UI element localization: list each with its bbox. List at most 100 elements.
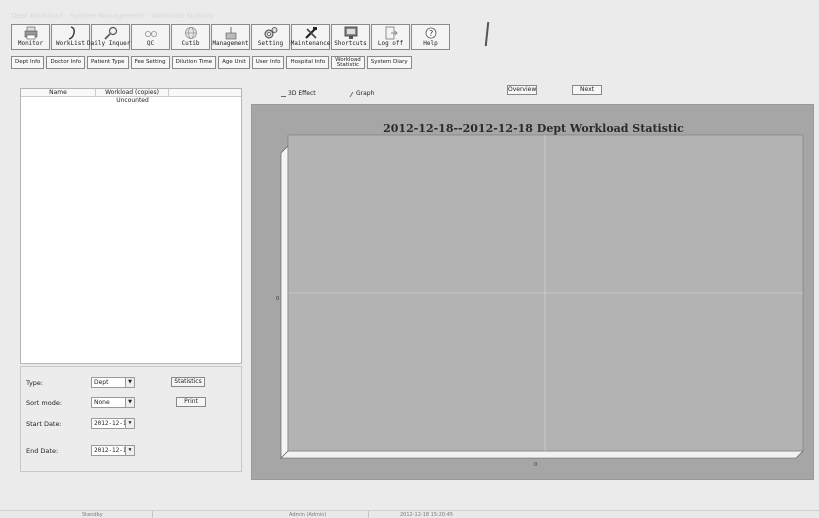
glasses-icon (143, 26, 159, 40)
tab-patient-type[interactable]: Patient Type (87, 56, 129, 69)
tab-user-info[interactable]: User Info (251, 56, 285, 69)
column-header-workload[interactable]: Workload (copies) (96, 89, 169, 96)
toolbar-button-qc[interactable]: QC (131, 24, 170, 50)
end-date-picker[interactable]: 2012-12-18 ▼ (91, 445, 135, 456)
toolbar-separator (484, 22, 490, 46)
logoff-icon (383, 26, 399, 40)
toolbar-button-shortcuts[interactable]: Shortcuts (331, 24, 370, 50)
monitor-icon (343, 26, 359, 40)
chart-3d-side-wall (280, 145, 289, 459)
tab-label: System Diary (370, 59, 408, 65)
toolbar-button-help[interactable]: ? Help (411, 24, 450, 50)
list-item[interactable]: Uncounted (21, 97, 241, 105)
toolbar-button-label: Shortcuts (334, 40, 367, 47)
toolbar-button-setting[interactable]: Setting (251, 24, 290, 50)
toolbar-button-label: Management (212, 40, 249, 47)
end-date-label: End Date: (26, 447, 59, 455)
gear-icon (263, 26, 279, 40)
toolbar-button-label: Cutib (181, 40, 200, 47)
toolbar-button-log-off[interactable]: Log off (371, 24, 410, 50)
tab-label: Doctor Info (50, 59, 82, 65)
tab-label: Hospital Info (290, 59, 326, 65)
tab-dilution-time[interactable]: Dilution Time (171, 56, 217, 69)
toolbar-button-label: Log off (377, 40, 404, 47)
tab-fee-setting[interactable]: Fee Setting (130, 56, 170, 69)
tab-doctor-info[interactable]: Doctor Info (46, 56, 86, 69)
tab-label: Age Unit (222, 59, 246, 65)
list-cell-workload: Uncounted (116, 97, 149, 104)
tab-label: Patient Type (91, 59, 125, 65)
toolbar-button-label: QC (146, 40, 155, 47)
tab-label: User Info (255, 59, 281, 65)
dropdown-arrow-icon: ▼ (125, 446, 134, 455)
start-date-picker[interactable]: 2012-12-18 ▼ (91, 418, 135, 429)
tab-label: Fee Setting (134, 59, 166, 65)
tab-system-diary[interactable]: System Diary (366, 56, 412, 69)
column-header-name[interactable]: Name (21, 89, 96, 96)
toolbar-button-management[interactable]: Management (211, 24, 250, 50)
type-select-value: Dept (94, 379, 109, 386)
statistics-button[interactable]: Statistics (171, 377, 205, 387)
tab-label: Dilution Time (175, 59, 213, 65)
chart-3d-floor (280, 450, 804, 459)
checkmark-icon (349, 91, 356, 97)
graph-checkbox[interactable]: Graph (349, 90, 375, 98)
type-select[interactable]: Dept ▼ (91, 377, 135, 388)
dropdown-arrow-icon: ▼ (125, 398, 134, 407)
status-divider (368, 511, 369, 518)
next-button[interactable]: Next (572, 85, 602, 95)
dropdown-arrow-icon: ▼ (125, 378, 134, 387)
list-cell-name (21, 97, 96, 105)
tab-workload[interactable]: Workload Statistic (331, 56, 365, 69)
overview-button[interactable]: Overview (507, 85, 537, 95)
toolbar-button-cutib[interactable]: Cutib (171, 24, 210, 50)
tab-label: Dept Info (15, 59, 41, 65)
chart-area: 2012-12-18--2012-12-18 Dept Workload Sta… (251, 104, 814, 480)
checkbox-box-icon (281, 92, 286, 97)
printer-icon (23, 26, 39, 40)
main-toolbar: Monitor WorkList Daily Inquery QC Cutib Manag… (11, 24, 451, 50)
curve-icon (63, 26, 79, 40)
3d-effect-label: 3D Effect (288, 90, 316, 97)
toolbar-button-worklist[interactable]: WorkList (51, 24, 90, 50)
sort-mode-value: None (94, 399, 110, 406)
toolbar-button-label: Maintenance (290, 40, 331, 47)
toolbar-button-label: Daily Inquery (87, 40, 134, 47)
tools-icon (303, 26, 319, 40)
toolbar-button-daily-inquery[interactable]: Daily Inquery (87, 24, 134, 50)
workload-list[interactable]: Name Workload (copies) Uncounted (20, 88, 242, 364)
toolbar-button-monitor[interactable]: Monitor (11, 24, 50, 50)
help-icon: ? (423, 26, 439, 40)
x-tick-label: 0 (534, 462, 537, 468)
3d-effect-checkbox[interactable]: 3D Effect (281, 90, 316, 98)
filter-panel: Type: Dept ▼ Statistics Sort mode: None … (20, 366, 242, 472)
search-icon (103, 26, 119, 40)
start-date-label: Start Date: (26, 420, 62, 428)
function-tabs: Dept Info Doctor Info Patient Type Fee Sett… (11, 56, 414, 69)
stack-icon (223, 26, 239, 40)
toolbar-button-label: WorkList (56, 40, 85, 47)
list-header: Name Workload (copies) (21, 89, 241, 97)
tab-dept-info[interactable]: Dept Info (11, 56, 45, 69)
window-title: Dept Workload - System Management - Work… (0, 0, 819, 20)
dropdown-arrow-icon: ▼ (125, 419, 134, 428)
print-button[interactable]: Print (176, 397, 206, 407)
status-divider (152, 511, 153, 518)
svg-text:?: ? (429, 29, 433, 38)
toolbar-button-label: Help (423, 40, 438, 47)
y-tick-label: 0 (276, 296, 279, 302)
status-bar: Standby Admin (Admin) 2012-12-18 15:20:4… (0, 510, 819, 518)
graph-label: Graph (356, 90, 375, 97)
type-label: Type: (26, 379, 44, 387)
toolbar-button-label: Setting (257, 40, 284, 47)
chart-plot: 0 0 (276, 134, 804, 468)
sort-mode-select[interactable]: None ▼ (91, 397, 135, 408)
tab-age-unit[interactable]: Age Unit (218, 56, 250, 69)
tab-label-line2: Statistic (336, 62, 360, 68)
status-state: Standby (82, 512, 103, 518)
toolbar-button-maintenance[interactable]: Maintenance (291, 24, 330, 50)
sort-mode-label: Sort mode: (26, 399, 63, 407)
toolbar-button-label: Monitor (17, 40, 44, 47)
status-user: Admin (Admin) (289, 512, 327, 518)
tab-hospital-info[interactable]: Hospital Info (286, 56, 330, 69)
